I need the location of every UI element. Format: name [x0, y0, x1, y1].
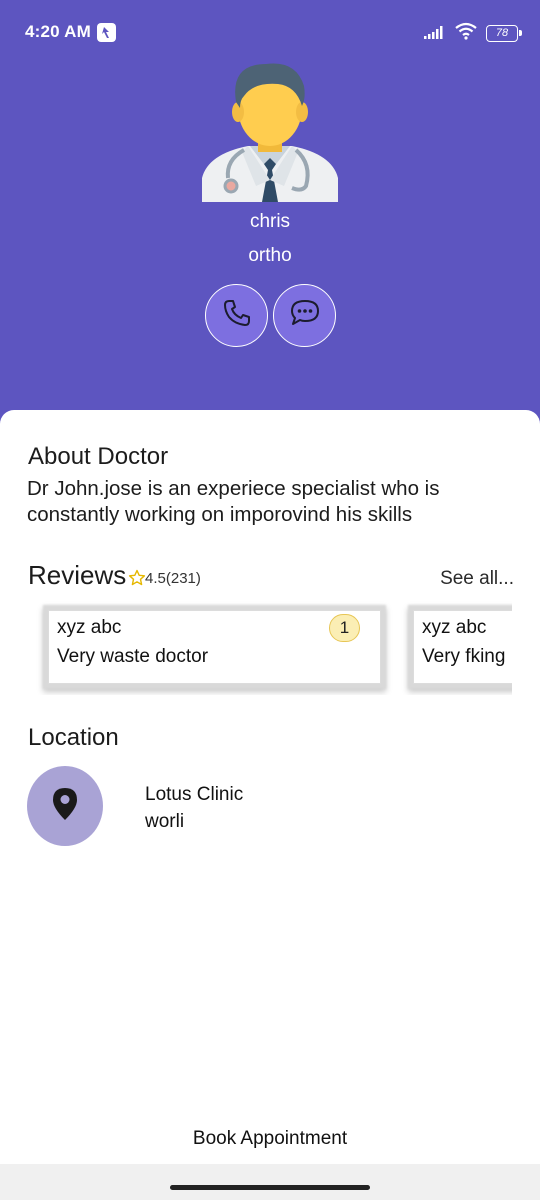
reviews-carousel[interactable]: xyz abc 1 Very waste doctor xyz abc Very… [28, 600, 512, 695]
about-text: Dr John.jose is an experiece specialist … [27, 477, 440, 526]
map-pin-icon [52, 787, 78, 826]
star-icon [128, 569, 146, 587]
status-bar: 4:20 AM 78 [0, 0, 540, 64]
rating-summary: 4.5(231) [145, 570, 201, 587]
review-text: Very waste doctor [57, 646, 209, 667]
doctor-profile-screen: 4:20 AM 78 chris ortho About Doctor Dr J… [0, 0, 540, 1200]
clinic-name: Lotus Clinic [145, 784, 244, 805]
review-card[interactable]: xyz abc 1 Very waste doctor [48, 610, 381, 684]
navigation-bar [0, 1164, 540, 1200]
doctor-specialty: ortho [248, 245, 292, 266]
review-count-badge: 1 [329, 614, 360, 642]
call-button[interactable] [205, 284, 268, 347]
battery-icon: 78 [486, 25, 522, 42]
doctor-name: chris [249, 211, 291, 232]
review-card[interactable]: xyz abc Very fking [413, 610, 512, 684]
chat-bubble-icon [289, 298, 321, 333]
book-appointment-button[interactable]: Book Appointment [0, 1118, 540, 1164]
status-time: 4:20 AM [25, 22, 91, 41]
profile-header: 4:20 AM 78 chris ortho [0, 0, 540, 430]
review-text: Very fking [422, 646, 506, 667]
reviews-header: Reviews 4.5(231) See all... [28, 560, 518, 594]
chat-button[interactable] [273, 284, 336, 347]
home-indicator[interactable] [170, 1185, 370, 1190]
app-notification-icon [97, 23, 116, 42]
phone-icon [222, 298, 252, 333]
doctor-avatar-icon [200, 60, 340, 202]
see-all-link[interactable]: See all... [440, 568, 514, 590]
location-icon-button[interactable] [27, 766, 103, 846]
clinic-area: worli [145, 811, 185, 832]
review-author: xyz abc [422, 617, 487, 638]
reviews-title: Reviews [28, 560, 127, 590]
location-title: Location [28, 724, 119, 751]
review-author: xyz abc [57, 617, 122, 638]
signal-icon [424, 24, 446, 44]
wifi-icon [454, 22, 478, 45]
about-title: About Doctor [28, 443, 169, 470]
status-icons: 78 [424, 22, 522, 45]
details-sheet: About Doctor Dr John.jose is an experiec… [0, 410, 540, 1200]
